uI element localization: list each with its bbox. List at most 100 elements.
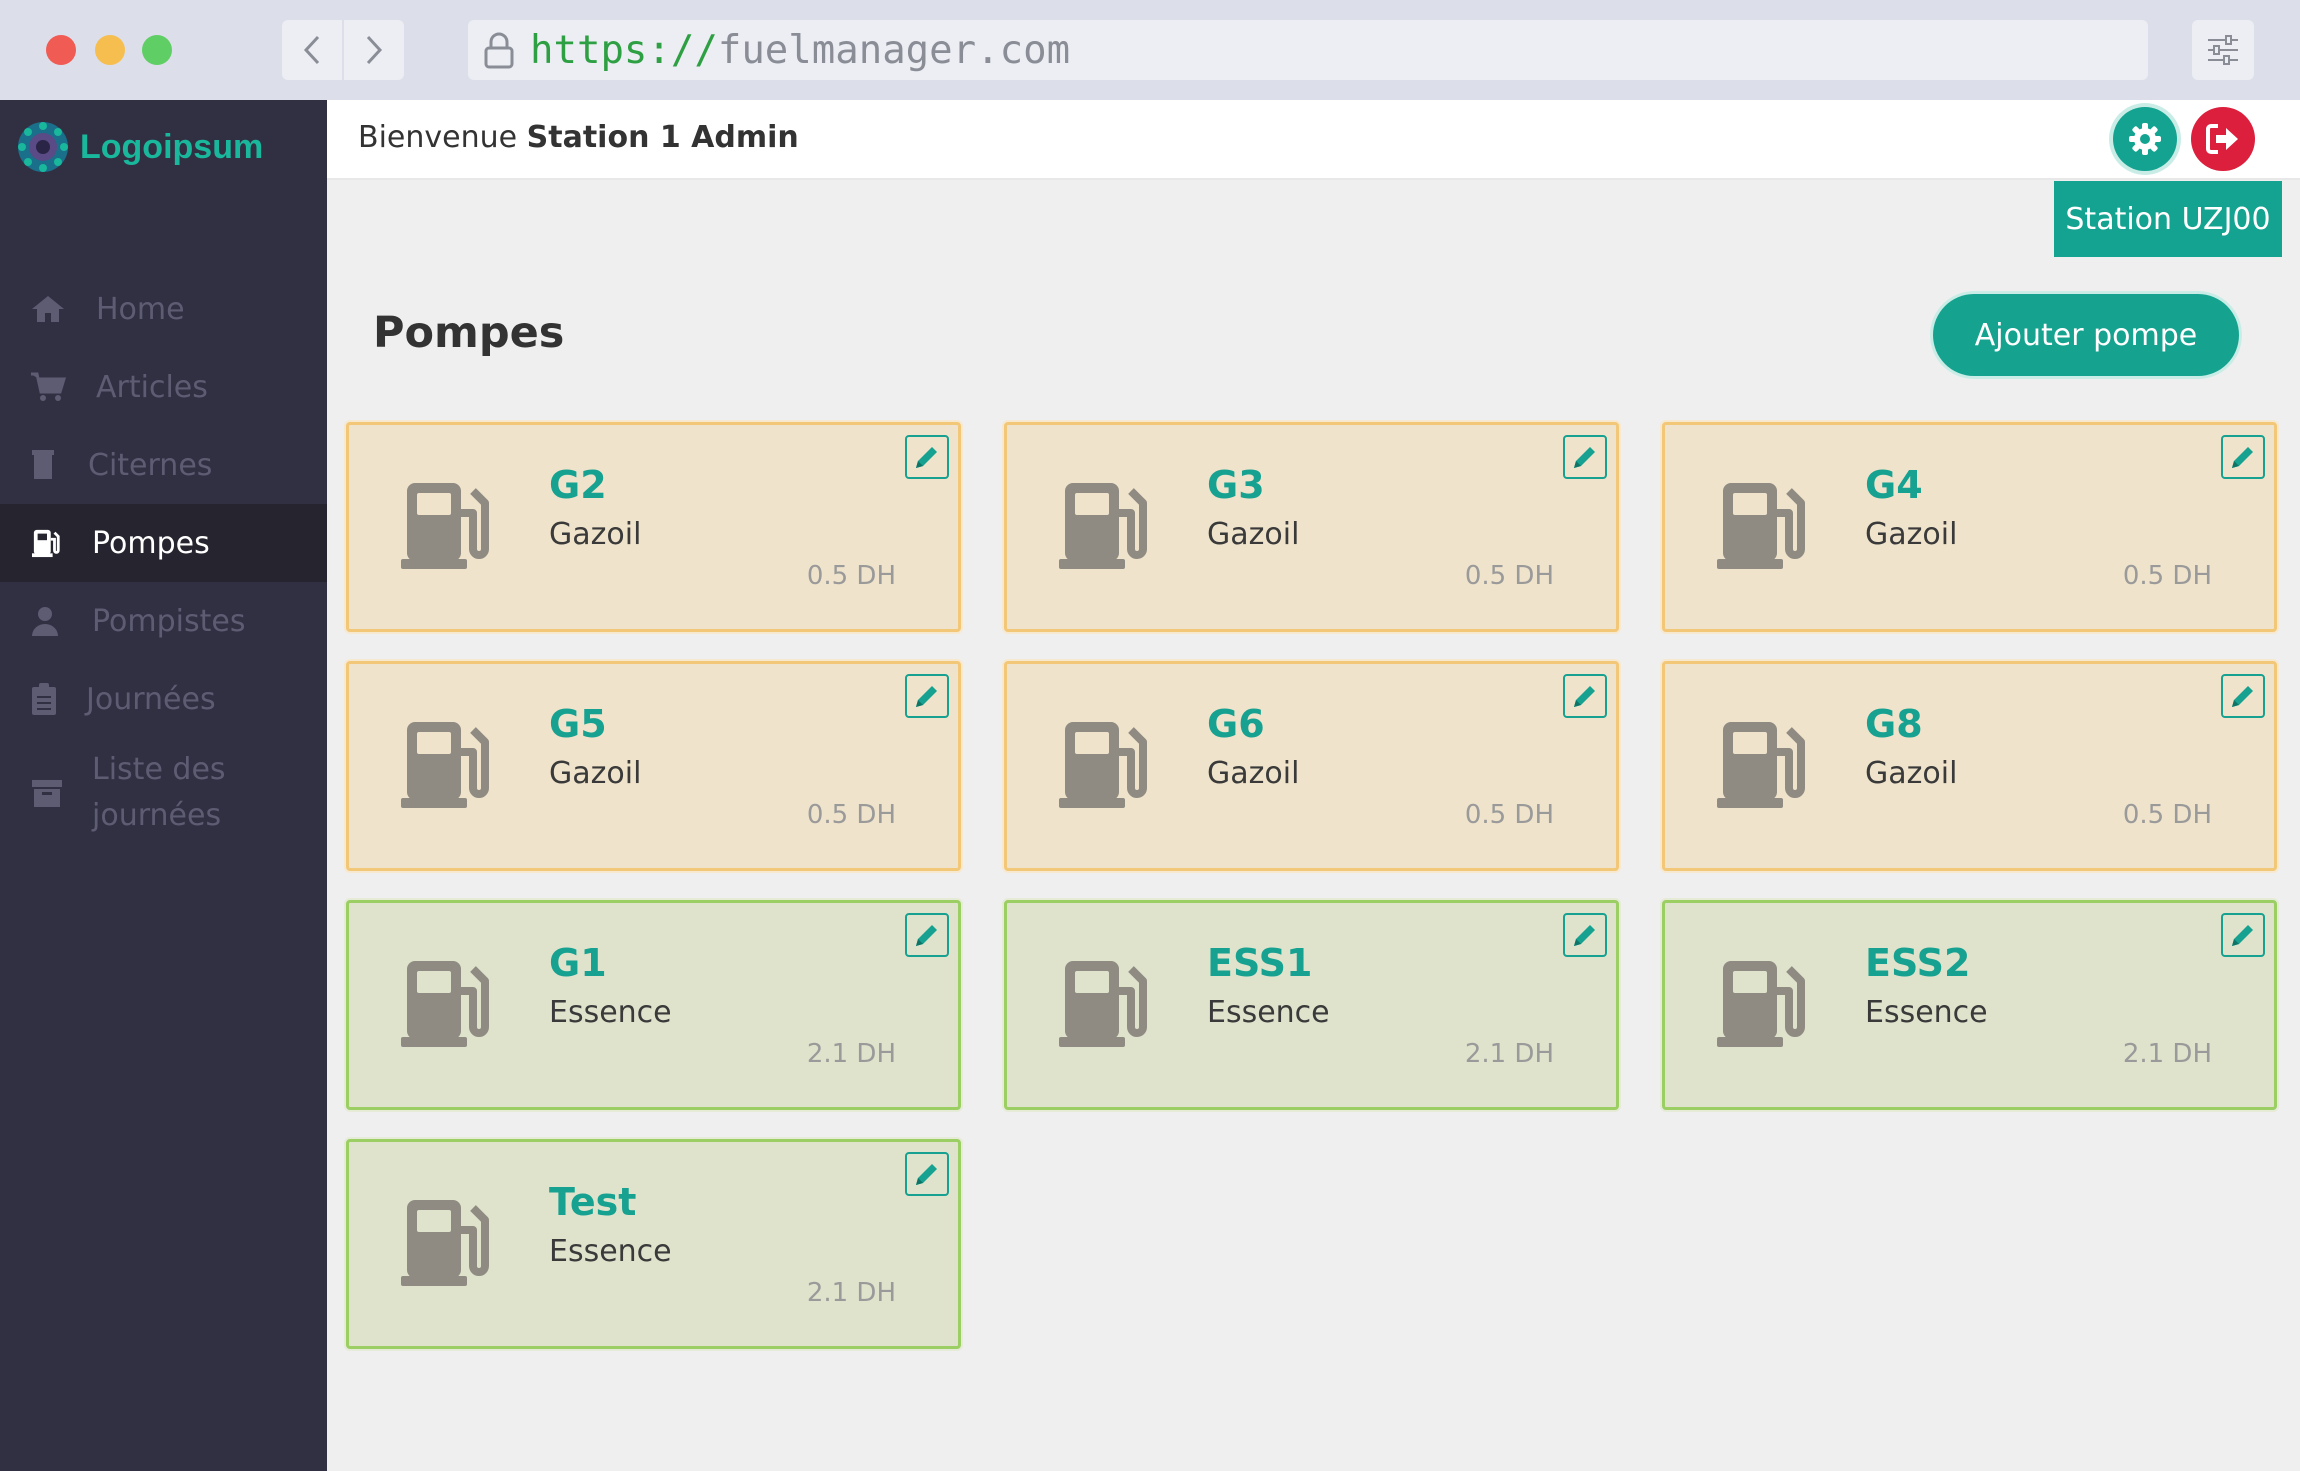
pump-name: G6 bbox=[1207, 702, 1265, 746]
gas-pump-icon bbox=[401, 483, 489, 569]
pump-price: 2.1 DH bbox=[806, 1278, 896, 1308]
sidebar-item-journees[interactable]: Journées bbox=[0, 660, 327, 738]
edit-pump-button[interactable] bbox=[905, 913, 949, 957]
user-name: Station 1 Admin bbox=[526, 120, 799, 155]
pencil-icon bbox=[1574, 447, 1595, 468]
welcome-message: Bienvenue Station 1 Admin bbox=[358, 120, 799, 155]
pump-name: G4 bbox=[1865, 463, 1923, 507]
pump-price: 2.1 DH bbox=[1464, 1039, 1554, 1069]
url-host: fuelmanager.com bbox=[717, 27, 1071, 73]
pump-fuel-type: Gazoil bbox=[1207, 756, 1300, 791]
pump-card[interactable]: G6 Gazoil 0.5 DH bbox=[1004, 661, 1619, 871]
browser-settings-button[interactable] bbox=[2192, 20, 2254, 80]
pump-name: G1 bbox=[549, 941, 607, 985]
pump-fuel-type: Gazoil bbox=[1207, 517, 1300, 552]
sidebar-item-pompistes[interactable]: Pompistes bbox=[0, 582, 327, 660]
chevron-left-icon bbox=[303, 35, 320, 65]
sidebar-item-label: Journées bbox=[86, 681, 216, 717]
gas-pump-icon bbox=[1059, 722, 1147, 808]
edit-pump-button[interactable] bbox=[905, 674, 949, 718]
edit-pump-button[interactable] bbox=[1563, 913, 1607, 957]
add-pump-button[interactable]: Ajouter pompe bbox=[1933, 294, 2239, 376]
sidebar: Logoipsum Home Articles Citernes Pompes … bbox=[0, 100, 327, 1471]
pencil-icon bbox=[2232, 925, 2253, 946]
pump-card[interactable]: G1 Essence 2.1 DH bbox=[346, 900, 961, 1110]
pump-fuel-type: Gazoil bbox=[1865, 756, 1958, 791]
pencil-icon bbox=[916, 1164, 937, 1185]
edit-pump-button[interactable] bbox=[905, 1152, 949, 1196]
logout-button[interactable] bbox=[2191, 107, 2255, 171]
sidebar-item-label: Pompistes bbox=[92, 603, 246, 639]
pump-card[interactable]: G3 Gazoil 0.5 DH bbox=[1004, 422, 1619, 632]
pencil-icon bbox=[2232, 686, 2253, 707]
sidebar-item-articles[interactable]: Articles bbox=[0, 348, 327, 426]
pump-price: 0.5 DH bbox=[2122, 561, 2212, 591]
edit-pump-button[interactable] bbox=[905, 435, 949, 479]
window-maximize-button[interactable] bbox=[142, 35, 172, 65]
pump-card[interactable]: ESS1 Essence 2.1 DH bbox=[1004, 900, 1619, 1110]
pump-price: 0.5 DH bbox=[1464, 800, 1554, 830]
sidebar-item-label: Liste des journées bbox=[92, 752, 226, 833]
settings-button[interactable] bbox=[2113, 107, 2177, 171]
edit-pump-button[interactable] bbox=[1563, 435, 1607, 479]
pump-card[interactable]: G5 Gazoil 0.5 DH bbox=[346, 661, 961, 871]
page-title: Pompes bbox=[373, 308, 565, 358]
sidebar-item-home[interactable]: Home bbox=[0, 270, 327, 348]
brand-logo[interactable]: Logoipsum bbox=[16, 120, 263, 174]
lock-icon bbox=[484, 32, 514, 69]
gas-pump-icon bbox=[401, 722, 489, 808]
logout-icon bbox=[2206, 124, 2238, 154]
edit-pump-button[interactable] bbox=[2221, 674, 2265, 718]
sidebar-item-citernes[interactable]: Citernes bbox=[0, 426, 327, 504]
user-icon bbox=[32, 607, 58, 636]
pump-card[interactable]: Test Essence 2.1 DH bbox=[346, 1139, 961, 1349]
url-text: https://fuelmanager.com bbox=[530, 28, 1070, 73]
pump-name: G3 bbox=[1207, 463, 1265, 507]
sidebar-item-label: Pompes bbox=[92, 525, 210, 561]
pump-fuel-type: Essence bbox=[549, 995, 672, 1030]
pencil-icon bbox=[916, 447, 937, 468]
sidebar-item-liste-journees[interactable]: Liste des journées bbox=[0, 738, 327, 848]
cart-icon bbox=[31, 372, 66, 401]
clipboard-icon bbox=[32, 683, 56, 715]
pump-price: 0.5 DH bbox=[2122, 800, 2212, 830]
top-header: Bienvenue Station 1 Admin bbox=[327, 100, 2300, 180]
gas-pump-icon bbox=[1717, 722, 1805, 808]
main-content: Station UZJ00 Pompes Ajouter pompe G2 Ga… bbox=[327, 180, 2300, 1471]
pump-fuel-type: Gazoil bbox=[1865, 517, 1958, 552]
pump-name: Test bbox=[549, 1180, 637, 1224]
station-badge[interactable]: Station UZJ00 bbox=[2054, 181, 2282, 257]
pump-card[interactable]: G2 Gazoil 0.5 DH bbox=[346, 422, 961, 632]
pump-fuel-type: Essence bbox=[1207, 995, 1330, 1030]
sidebar-item-label: Articles bbox=[96, 369, 208, 405]
pump-card[interactable]: G4 Gazoil 0.5 DH bbox=[1662, 422, 2277, 632]
pencil-icon bbox=[1574, 925, 1595, 946]
pump-name: G8 bbox=[1865, 702, 1923, 746]
edit-pump-button[interactable] bbox=[2221, 435, 2265, 479]
pump-card[interactable]: ESS2 Essence 2.1 DH bbox=[1662, 900, 2277, 1110]
back-button[interactable] bbox=[282, 20, 342, 80]
edit-pump-button[interactable] bbox=[2221, 913, 2265, 957]
window-close-button[interactable] bbox=[46, 35, 76, 65]
pump-name: ESS2 bbox=[1865, 941, 1971, 985]
archive-icon bbox=[32, 780, 62, 807]
address-bar[interactable]: https://fuelmanager.com bbox=[468, 20, 2148, 80]
pump-card[interactable]: G8 Gazoil 0.5 DH bbox=[1662, 661, 2277, 871]
pump-fuel-type: Gazoil bbox=[549, 756, 642, 791]
sidebar-menu: Home Articles Citernes Pompes Pompistes … bbox=[0, 270, 327, 848]
brand-name: Logoipsum bbox=[80, 127, 264, 166]
pencil-icon bbox=[916, 925, 937, 946]
sidebar-item-pompes[interactable]: Pompes bbox=[0, 504, 327, 582]
pump-price: 2.1 DH bbox=[2122, 1039, 2212, 1069]
pump-price: 0.5 DH bbox=[806, 800, 896, 830]
pencil-icon bbox=[916, 686, 937, 707]
sidebar-item-label: Home bbox=[96, 291, 185, 327]
gas-pump-icon bbox=[401, 961, 489, 1047]
pump-price: 0.5 DH bbox=[806, 561, 896, 591]
gear-icon bbox=[2129, 123, 2161, 155]
edit-pump-button[interactable] bbox=[1563, 674, 1607, 718]
sliders-icon bbox=[2208, 35, 2238, 65]
window-minimize-button[interactable] bbox=[95, 35, 125, 65]
pump-fuel-type: Gazoil bbox=[549, 517, 642, 552]
forward-button[interactable] bbox=[342, 20, 404, 80]
